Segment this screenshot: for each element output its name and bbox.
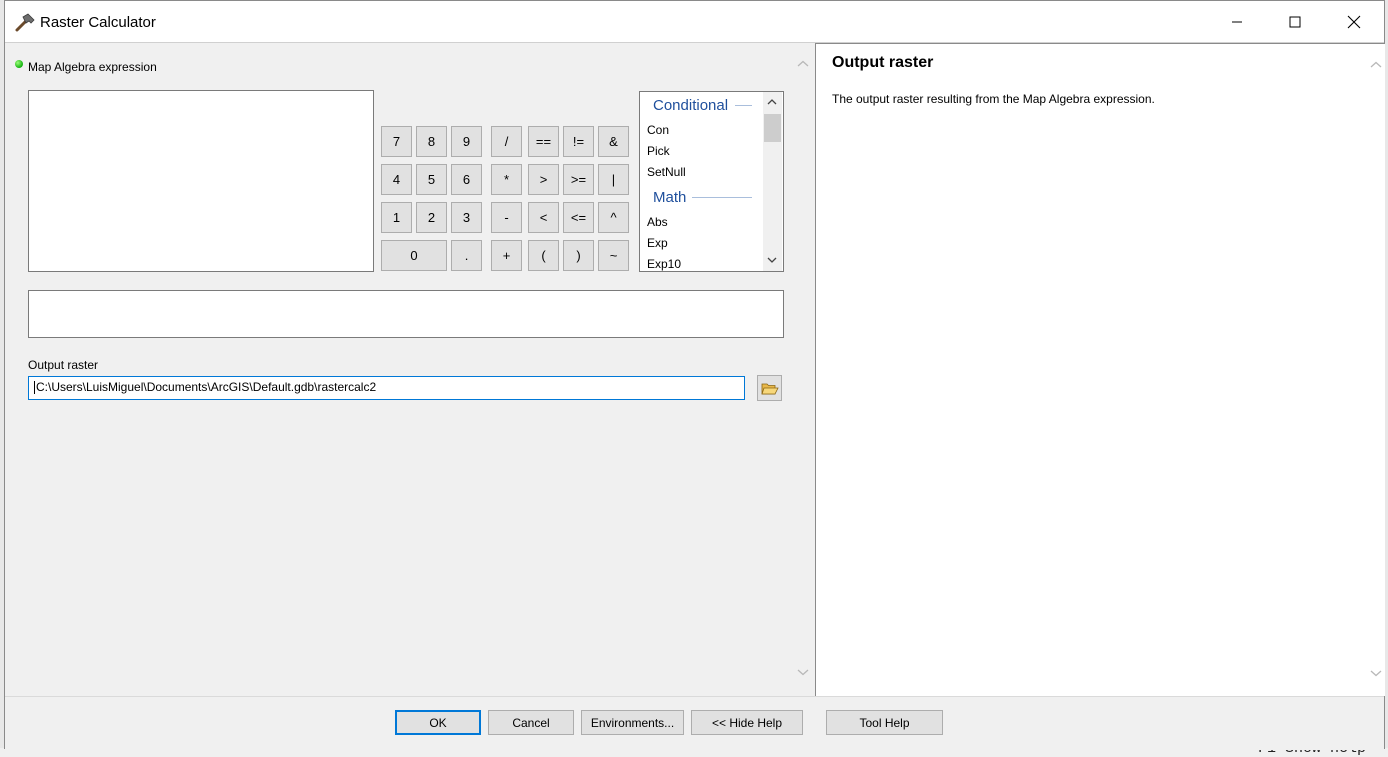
category-divider (692, 197, 752, 198)
dialog-button-bar: OK Cancel Environments... << Hide Help T… (5, 696, 1384, 750)
calc-button-add[interactable]: + (491, 240, 522, 271)
output-raster-label: Output raster (28, 358, 99, 372)
calc-button-5[interactable]: 5 (416, 164, 447, 195)
function-category-math: Math (653, 189, 687, 206)
scroll-down-icon[interactable] (1369, 666, 1383, 680)
scroll-thumb[interactable] (764, 114, 781, 142)
calc-button-3[interactable]: 3 (451, 202, 482, 233)
calc-button-or[interactable]: | (598, 164, 629, 195)
minimize-button[interactable] (1208, 1, 1266, 43)
calc-button-greater-equal[interactable]: >= (563, 164, 594, 195)
calc-button-0[interactable]: 0 (381, 240, 447, 271)
required-indicator-icon (15, 60, 23, 68)
calc-button-6[interactable]: 6 (451, 164, 482, 195)
hammer-icon (15, 13, 35, 32)
calc-button-4[interactable]: 4 (381, 164, 412, 195)
window-title: Raster Calculator (40, 14, 156, 31)
calc-button-multiply[interactable]: * (491, 164, 522, 195)
expression-label: Map Algebra expression (28, 60, 157, 74)
function-item[interactable]: Pick (647, 144, 670, 158)
calc-button-equal[interactable]: == (528, 126, 559, 157)
layers-list[interactable] (28, 90, 374, 272)
help-text: The output raster resulting from the Map… (832, 92, 1155, 106)
environments-button[interactable]: Environments... (581, 710, 684, 735)
scroll-up-icon[interactable] (765, 95, 779, 109)
minimize-icon (1232, 21, 1242, 23)
help-title: Output raster (832, 54, 934, 71)
calc-button-9[interactable]: 9 (451, 126, 482, 157)
calc-button-8[interactable]: 8 (416, 126, 447, 157)
title-bar: Raster Calculator (5, 1, 1384, 43)
maximize-icon (1289, 16, 1301, 28)
maximize-button[interactable] (1266, 1, 1324, 43)
ok-button[interactable]: OK (395, 710, 481, 735)
calc-button-2[interactable]: 2 (416, 202, 447, 233)
functions-list[interactable]: Conditional Con Pick SetNull Math Abs Ex… (639, 91, 784, 272)
calc-button-divide[interactable]: / (491, 126, 522, 157)
hide-help-button[interactable]: << Hide Help (691, 710, 803, 735)
function-item[interactable]: Exp10 (647, 257, 681, 271)
calc-button-xor[interactable]: ^ (598, 202, 629, 233)
cancel-button[interactable]: Cancel (488, 710, 574, 735)
calc-button-subtract[interactable]: - (491, 202, 522, 233)
function-item[interactable]: Abs (647, 215, 668, 229)
parameters-scrollbar[interactable] (796, 53, 810, 683)
scroll-up-icon[interactable] (1369, 58, 1383, 72)
parameters-pane: Map Algebra expression 7 8 9 / == != & 4… (7, 43, 812, 694)
raster-calculator-dialog: Raster Calculator Map Algebra expression… (4, 0, 1385, 750)
calc-button-1[interactable]: 1 (381, 202, 412, 233)
function-item[interactable]: Con (647, 123, 669, 137)
close-icon (1347, 15, 1361, 29)
function-category-conditional: Conditional (653, 97, 729, 114)
calc-button-less[interactable]: < (528, 202, 559, 233)
output-raster-input[interactable]: C:\Users\LuisMiguel\Documents\ArcGIS\Def… (28, 376, 745, 400)
help-pane: Output raster The output raster resultin… (815, 43, 1385, 696)
expression-textbox[interactable] (28, 290, 784, 338)
scroll-down-icon[interactable] (796, 665, 810, 679)
calc-button-7[interactable]: 7 (381, 126, 412, 157)
calc-button-less-equal[interactable]: <= (563, 202, 594, 233)
calc-button-decimal[interactable]: . (451, 240, 482, 271)
calc-button-and[interactable]: & (598, 126, 629, 157)
output-raster-value: C:\Users\LuisMiguel\Documents\ArcGIS\Def… (36, 380, 377, 394)
close-button[interactable] (1325, 1, 1383, 43)
help-scrollbar[interactable] (1369, 54, 1383, 684)
folder-open-icon (760, 383, 779, 394)
function-item[interactable]: SetNull (647, 165, 686, 179)
calc-button-open-paren[interactable]: ( (528, 240, 559, 271)
text-caret (34, 381, 35, 395)
calc-button-greater[interactable]: > (528, 164, 559, 195)
calc-button-not-equal[interactable]: != (563, 126, 594, 157)
functions-scrollbar[interactable] (763, 92, 782, 271)
category-divider (735, 105, 752, 106)
tool-help-button[interactable]: Tool Help (826, 710, 943, 735)
calc-button-not[interactable]: ~ (598, 240, 629, 271)
calc-button-close-paren[interactable]: ) (563, 240, 594, 271)
scroll-up-icon[interactable] (796, 57, 810, 71)
browse-button[interactable] (757, 375, 782, 401)
function-item[interactable]: Exp (647, 236, 668, 250)
scroll-down-icon[interactable] (765, 253, 779, 267)
